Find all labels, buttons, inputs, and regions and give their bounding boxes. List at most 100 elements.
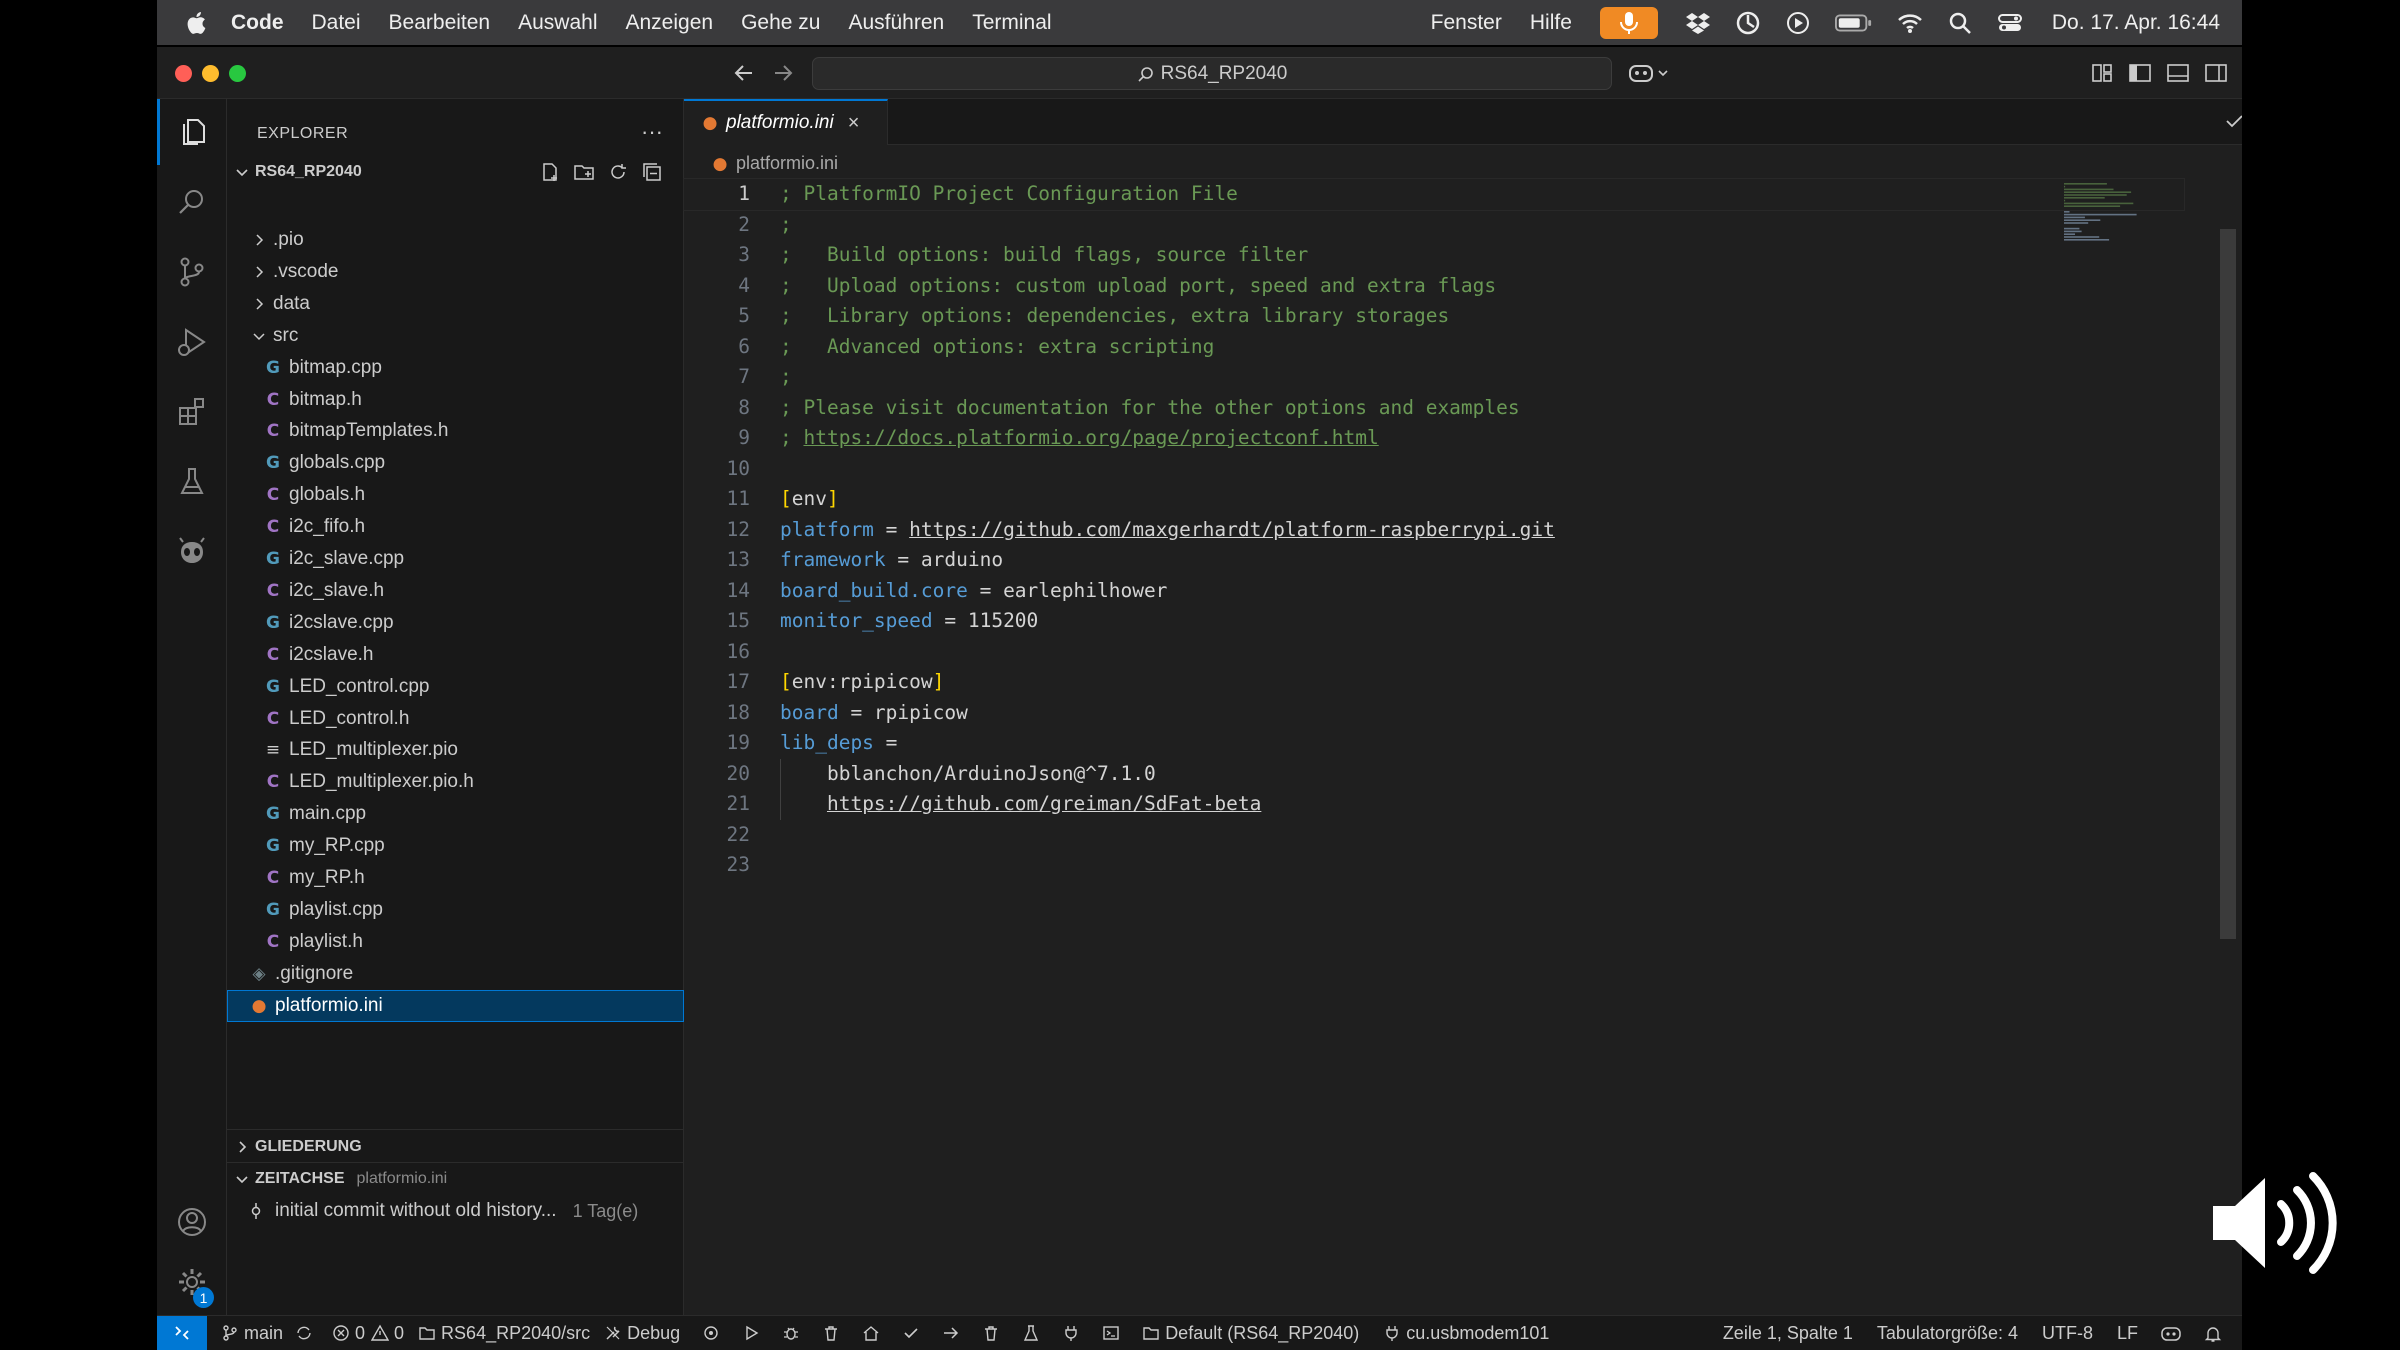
problems-indicator[interactable]: 0 0 xyxy=(332,1323,404,1344)
tree-file[interactable]: ● platformio.ini xyxy=(227,989,684,1022)
breadcrumb[interactable]: ● platformio.ini xyxy=(712,153,838,174)
pio-test-flask-icon[interactable] xyxy=(1022,1324,1040,1342)
activity-testing[interactable] xyxy=(157,449,227,515)
check-dropdown-icon[interactable] xyxy=(2224,109,2242,133)
code-line[interactable]: 2; xyxy=(684,210,2184,241)
tree-file[interactable]: Cglobals.h xyxy=(227,479,684,511)
tree-file[interactable]: ≡ LED_multiplexer.pio xyxy=(227,734,684,766)
timeline-entry[interactable]: initial commit without old history... 1 … xyxy=(227,1195,684,1227)
menu-ausfuehren[interactable]: Ausführen xyxy=(848,11,944,35)
tree-file[interactable]: CbitmapTemplates.h xyxy=(227,415,684,447)
pio-debug-bug-icon[interactable] xyxy=(782,1324,800,1342)
tree-file[interactable]: Cplaylist.h xyxy=(227,926,684,958)
menu-hilfe[interactable]: Hilfe xyxy=(1530,11,1572,35)
code-line[interactable]: 12 platform = https://github.com/maxgerha… xyxy=(684,515,2184,546)
tree-folder[interactable]: .vscode xyxy=(227,256,684,288)
toggle-panel-icon[interactable] xyxy=(2165,60,2191,86)
toggle-secondary-sidebar-icon[interactable] xyxy=(2203,60,2229,86)
code-line[interactable]: 9; https://docs.platformio.org/page/proj… xyxy=(684,423,2184,454)
tree-file[interactable]: Gi2cslave.cpp xyxy=(227,607,684,639)
toggle-primary-sidebar-icon[interactable] xyxy=(2127,60,2153,86)
collapse-all-icon[interactable] xyxy=(641,161,663,183)
code-line[interactable]: 6 ; Advanced options: extra scripting xyxy=(684,332,2184,363)
activity-manage[interactable]: 1 xyxy=(157,1249,227,1315)
code-line[interactable]: 15 monitor_speed = 115200 xyxy=(684,606,2184,637)
workspace-folder-header[interactable]: RS64_RP2040 xyxy=(227,157,683,187)
microphone-indicator[interactable] xyxy=(1599,6,1658,39)
code-line[interactable]: 11 [env] xyxy=(684,484,2184,515)
code-token[interactable]: https://docs.platformio.org/page/project… xyxy=(803,426,1378,449)
menu-gehe-zu[interactable]: Gehe zu xyxy=(741,11,820,35)
menu-app-name[interactable]: Code xyxy=(231,11,284,35)
code-editor[interactable]: 1 ; PlatformIO Project Configuration File… xyxy=(683,178,2185,881)
outline-header[interactable]: GLIEDERUNG xyxy=(227,1132,683,1162)
tree-file[interactable]: C LED_control.h xyxy=(227,703,684,735)
pio-clean-icon[interactable] xyxy=(982,1324,1000,1342)
encoding[interactable]: UTF-8 xyxy=(2042,1323,2093,1344)
menu-bar-clock[interactable]: Do. 17. Apr. 16:44 xyxy=(2052,11,2220,35)
code-line[interactable]: 20 bblanchon/ArduinoJson@^7.1.0 xyxy=(684,759,2184,790)
nav-forward-icon[interactable] xyxy=(769,59,797,87)
customize-layout-icon[interactable] xyxy=(2089,60,2115,86)
menu-fenster[interactable]: Fenster xyxy=(1431,11,1502,35)
wifi-icon[interactable] xyxy=(1896,9,1924,37)
tree-file[interactable]: Cbitmap.h xyxy=(227,384,684,416)
tree-file[interactable]: Ci2c_fifo.h xyxy=(227,511,684,543)
tree-file[interactable]: G LED_control.cpp xyxy=(227,671,684,703)
nav-back-icon[interactable] xyxy=(730,59,758,87)
menu-bearbeiten[interactable]: Bearbeiten xyxy=(389,11,491,35)
code-line[interactable]: 1 ; PlatformIO Project Configuration File xyxy=(683,178,2185,211)
tree-folder[interactable]: .pio xyxy=(227,224,684,256)
vpn-shield-icon[interactable] xyxy=(1734,9,1762,37)
apple-logo-icon[interactable] xyxy=(185,11,207,35)
code-line[interactable]: 18 board = rpipicow xyxy=(684,698,2184,729)
tab-size[interactable]: Tabulatorgröße: 4 xyxy=(1877,1323,2018,1344)
pio-clean-trash-icon[interactable] xyxy=(822,1324,840,1342)
code-line[interactable]: 17 [env:rpipicow] xyxy=(684,667,2184,698)
new-folder-icon[interactable] xyxy=(573,161,595,183)
code-line[interactable]: 19 lib_deps = xyxy=(684,728,2184,759)
code-line[interactable]: 22 xyxy=(684,820,2184,851)
window-close-button[interactable] xyxy=(175,65,192,82)
code-line[interactable]: 8 ; Please visit documentation for the ot… xyxy=(684,393,2184,424)
activity-platformio[interactable] xyxy=(157,519,227,585)
activity-accounts[interactable] xyxy=(157,1189,227,1255)
window-minimize-button[interactable] xyxy=(202,65,219,82)
serial-port-indicator[interactable]: cu.usbmodem101 xyxy=(1383,1323,1549,1344)
spotlight-search-icon[interactable] xyxy=(1946,9,1974,37)
tab-platformio-ini[interactable]: ● platformio.ini × xyxy=(684,99,888,145)
tree-file[interactable]: Ci2c_slave.h xyxy=(227,575,684,607)
minimap[interactable] xyxy=(2064,183,2174,253)
pio-terminal-icon[interactable] xyxy=(1102,1324,1120,1342)
tree-folder[interactable]: src xyxy=(227,320,684,352)
copilot-icon[interactable] xyxy=(1627,60,1671,86)
code-line[interactable]: 21 https://github.com/greiman/SdFat-beta xyxy=(684,789,2184,820)
tree-file[interactable]: Gglobals.cpp xyxy=(227,447,684,479)
code-token[interactable]: https://github.com/maxgerhardt/platform-… xyxy=(909,518,1555,541)
pio-home-house-icon[interactable] xyxy=(862,1324,880,1342)
menu-anzeigen[interactable]: Anzeigen xyxy=(626,11,714,35)
pio-serial-plug-icon[interactable] xyxy=(1062,1324,1080,1342)
activity-source-control[interactable] xyxy=(157,239,227,305)
tree-file[interactable]: Gmain.cpp xyxy=(227,798,684,830)
activity-run-debug[interactable] xyxy=(157,309,227,375)
control-center-icon[interactable] xyxy=(1996,9,2024,37)
battery-icon[interactable] xyxy=(1834,9,1874,37)
timeline-header[interactable]: ZEITACHSE platformio.ini xyxy=(227,1164,683,1194)
dropbox-icon[interactable] xyxy=(1684,9,1712,37)
tree-file[interactable]: Gplaylist.cpp xyxy=(227,894,684,926)
pio-build-check-icon[interactable] xyxy=(902,1324,920,1342)
activity-search[interactable] xyxy=(157,169,227,235)
activity-extensions[interactable] xyxy=(157,379,227,445)
new-file-icon[interactable] xyxy=(539,161,561,183)
code-line[interactable]: 16 xyxy=(684,637,2184,668)
code-line[interactable]: 3 ; Build options: build flags, source fi… xyxy=(684,240,2184,271)
editor-scrollbar[interactable] xyxy=(2220,229,2236,939)
refresh-icon[interactable] xyxy=(607,161,629,183)
menu-datei[interactable]: Datei xyxy=(312,11,361,35)
remote-indicator[interactable] xyxy=(157,1315,207,1350)
pio-upload-play-icon[interactable] xyxy=(742,1324,760,1342)
command-center[interactable]: RS64_RP2040 xyxy=(812,57,1612,90)
menu-auswahl[interactable]: Auswahl xyxy=(518,11,597,35)
branch-indicator[interactable]: main xyxy=(221,1323,318,1344)
